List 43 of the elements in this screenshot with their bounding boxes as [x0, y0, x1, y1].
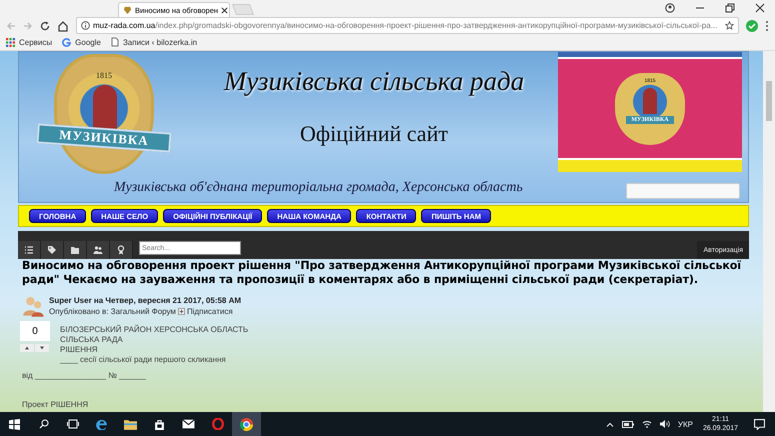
site-tagline: Музиківська об'єднана територіальна громада, Херсонська область: [114, 180, 523, 196]
subscribe-link[interactable]: Підписатися: [186, 306, 233, 317]
menu-icon[interactable]: [765, 20, 769, 32]
users-avatar-icon: [22, 295, 46, 317]
site-title: Музиківська сільська рада: [224, 66, 524, 97]
body-text: Проект РІШЕННЯ: [22, 400, 90, 409]
bookmark[interactable]: Сервисы: [6, 38, 52, 46]
vote-up-button[interactable]: [20, 344, 34, 352]
apps-icon: [6, 38, 15, 46]
chrome-icon[interactable]: [232, 412, 261, 436]
plus-icon[interactable]: [178, 308, 185, 315]
star-icon[interactable]: [725, 21, 734, 30]
bookmark[interactable]: Google: [62, 38, 101, 46]
restore-icon[interactable]: [725, 3, 735, 13]
award-icon[interactable]: [110, 241, 133, 259]
bookmark[interactable]: Записи ‹ bilozerka.in: [110, 37, 198, 47]
close-icon[interactable]: [755, 3, 765, 13]
vote-count: 0: [20, 321, 50, 341]
post-category: Опубліковано в: Загальний Форум: [49, 306, 176, 317]
site-subtitle: Офіційний сайт: [300, 121, 448, 147]
close-icon[interactable]: [221, 6, 228, 14]
body-text: БІЛОЗЕРСЬКИЙ РАЙОН ХЕРСОНСЬКА ОБЛАСТЬ: [60, 325, 248, 335]
body-text: СІЛЬСЬКА РАДА: [60, 335, 124, 345]
user-icon[interactable]: [665, 3, 675, 13]
tag-icon[interactable]: [41, 241, 64, 259]
vote-down-button[interactable]: [35, 344, 49, 352]
check-icon[interactable]: [746, 20, 758, 32]
address-bar[interactable]: muz-rada.com.ua/index.php/gromadski-obgovorennya/виносимо-на-обговорення-проект-рішення-про-затвердження-антикорупційної-програми-музиківської-сільської-ра...: [76, 17, 739, 34]
search-field[interactable]: [626, 183, 740, 199]
post-title: Виносимо на обговорення проект рішення "Про затвердження Антикорупційної програми Музиківської сільської ради" Чекаємо на зауваження та пропозиції в коментарях або в приміщенні сільської ради (секретаріат).: [22, 259, 742, 287]
folder-icon[interactable]: [64, 241, 87, 259]
users-icon[interactable]: [87, 241, 110, 259]
body-text: ____ сесії сільської ради першого скликання: [60, 355, 227, 365]
body-text: РІШЕННЯ: [60, 345, 99, 355]
date-number-line: від ________________ № ______: [22, 371, 147, 380]
language-indicator[interactable]: УКР: [674, 420, 697, 428]
home-icon[interactable]: [57, 20, 69, 32]
google-icon: [62, 38, 72, 46]
info-icon: [81, 21, 90, 30]
post-byline: Super User на Четвер, вересня 21 2017, 05:58 AM: [49, 295, 242, 306]
page-icon: [110, 37, 119, 47]
list-icon[interactable]: [18, 241, 41, 259]
reload-icon[interactable]: [40, 20, 50, 30]
